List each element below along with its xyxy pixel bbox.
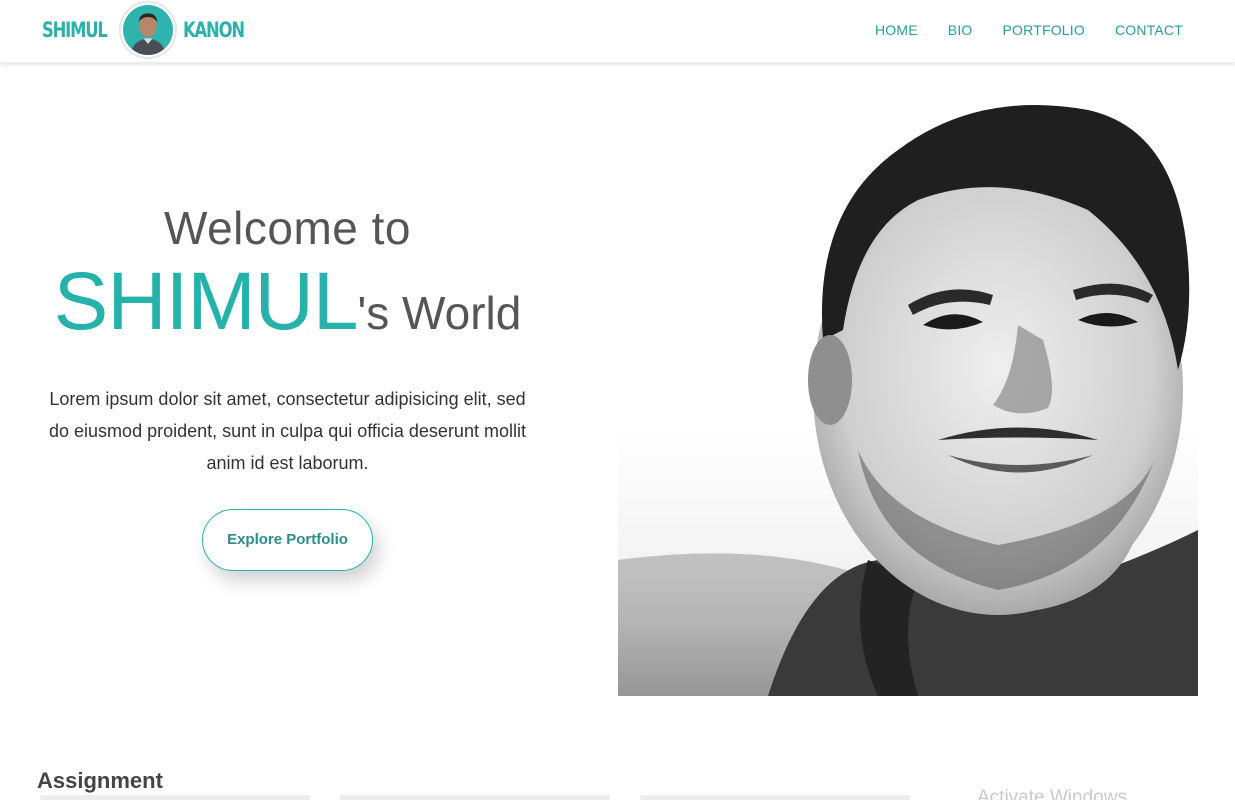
brand-first-name: SHIMUL (42, 18, 108, 42)
avatar (118, 1, 177, 59)
section-title: Assignment (37, 768, 163, 793)
hero-intro: Welcome to SHIMUL's World Lorem ipsum do… (35, 205, 540, 571)
avatar-portrait-icon (122, 5, 173, 55)
brand-last-name: KANON (182, 18, 245, 42)
hero-name: SHIMUL (53, 256, 359, 347)
assignment-cards (40, 795, 910, 800)
navbar: SHIMUL KANON HOME BIO PORTFOLIO CONTACT (0, 0, 1235, 63)
hero-title: SHIMUL's World (35, 261, 540, 343)
brand-logo[interactable]: SHIMUL KANON (42, 0, 261, 60)
assignment-card[interactable] (640, 795, 910, 800)
nav-menu: HOME BIO PORTFOLIO CONTACT (845, 0, 1183, 60)
hero-name-suffix: 's World (357, 287, 522, 339)
hero-portrait-image (618, 90, 1198, 696)
portrait-photo-icon (618, 90, 1198, 696)
nav-link-contact[interactable]: CONTACT (1115, 22, 1183, 38)
nav-link-portfolio[interactable]: PORTFOLIO (1003, 22, 1085, 38)
assignment-card[interactable] (340, 795, 610, 800)
hero-description: Lorem ipsum dolor sit amet, consectetur … (49, 389, 526, 473)
nav-link-bio[interactable]: BIO (948, 22, 973, 38)
assignment-card[interactable] (40, 795, 310, 800)
activate-windows-watermark: Activate Windows (977, 787, 1127, 800)
welcome-heading: Welcome to (163, 202, 412, 254)
explore-portfolio-button[interactable]: Explore Portfolio (202, 509, 373, 571)
nav-link-home[interactable]: HOME (875, 22, 918, 38)
